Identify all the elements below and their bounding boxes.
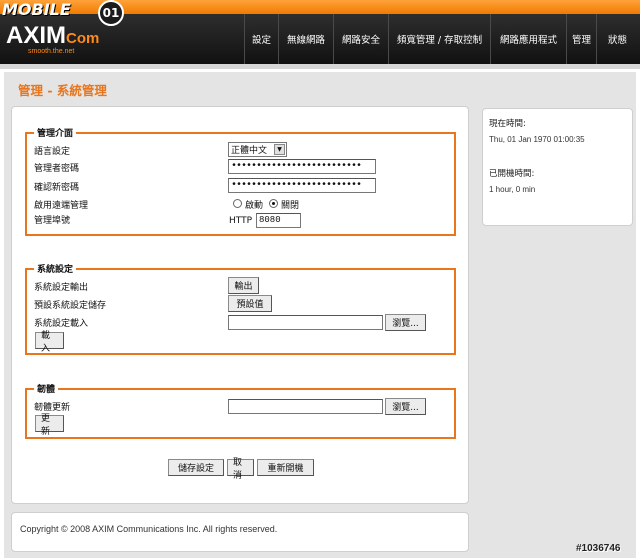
reboot-button[interactable]: 重新開機 <box>257 459 314 476</box>
firmware-file-field[interactable] <box>228 399 383 414</box>
confirm-password-label: 確認新密碼 <box>34 183 80 193</box>
axim-logo-com: Com <box>66 30 100 47</box>
language-select[interactable]: 正體中文 ▼ <box>228 142 287 157</box>
remote-on-radio[interactable] <box>233 199 242 208</box>
export-settings-label: 系統設定輸出 <box>34 283 89 293</box>
admin-password-field[interactable]: •••••••••••••••••••••••••• <box>228 159 376 174</box>
remote-off-label: 關閉 <box>281 201 300 211</box>
mobile01-logo-text: MOBILE <box>2 0 71 19</box>
management-port-field[interactable]: 8080 <box>256 213 301 228</box>
header-divider <box>0 64 640 69</box>
axim-logo-main: AXIM <box>6 22 66 49</box>
axim-tagline: smooth.the.net <box>28 48 75 55</box>
nav-security[interactable]: 網路安全 <box>333 14 388 64</box>
remote-off-radio[interactable] <box>269 199 278 208</box>
uptime-value: 1 hour, 0 min <box>489 185 536 194</box>
axim-logo[interactable]: AXIMCom <box>6 22 99 50</box>
export-button[interactable]: 輸出 <box>228 277 259 294</box>
admin-interface-legend: 管理介面 <box>34 126 77 139</box>
firmware-update-button[interactable]: 更新 <box>35 414 64 437</box>
load-settings-browse-button[interactable]: 瀏覽... <box>385 314 426 331</box>
nav-management[interactable]: 管理 <box>566 14 596 64</box>
port-protocol-label: HTTP <box>229 216 253 226</box>
default-settings-label: 預設系統設定儲存 <box>34 301 107 311</box>
save-settings-button[interactable]: 儲存設定 <box>168 459 224 476</box>
remote-on-label: 啟動 <box>245 201 264 211</box>
nav-wireless[interactable]: 無線網路 <box>278 14 333 64</box>
firmware-browse-button[interactable]: 瀏覽... <box>385 398 426 415</box>
page-title: 管理 - 系統管理 <box>18 83 107 98</box>
cancel-button[interactable]: 取消 <box>227 458 254 481</box>
current-time-value: Thu, 01 Jan 1970 01:00:35 <box>489 135 585 144</box>
system-settings-legend: 系統設定 <box>34 262 77 275</box>
header-orange-strip <box>0 0 640 14</box>
load-settings-file-field[interactable] <box>228 315 383 330</box>
language-select-value: 正體中文 <box>231 146 268 156</box>
mobile01-badge-icon: 01 <box>98 0 124 26</box>
chevron-down-icon: ▼ <box>274 144 285 155</box>
copyright-text: Copyright © 2008 AXIM Communications Inc… <box>20 524 278 534</box>
nav-settings[interactable]: 設定 <box>244 14 278 64</box>
nav-status[interactable]: 狀態 <box>596 14 638 64</box>
load-settings-button[interactable]: 載入 <box>35 331 64 354</box>
current-time-label: 現在時間: <box>489 119 526 129</box>
nav-bandwidth-access[interactable]: 頻寬管理 / 存取控制 <box>388 14 490 64</box>
uptime-label: 已開機時間: <box>489 169 535 179</box>
firmware-legend: 韌體 <box>34 382 59 395</box>
remote-management-label: 啟用遠端管理 <box>34 201 89 211</box>
confirm-password-field[interactable]: •••••••••••••••••••••••••• <box>228 178 376 193</box>
admin-password-label: 管理者密碼 <box>34 164 80 174</box>
main-nav: 設定 無線網路 網路安全 頻寬管理 / 存取控制 網路應用程式 管理 狀態 <box>244 14 638 64</box>
watermark-text: #1036746 <box>576 543 621 554</box>
nav-applications[interactable]: 網路應用程式 <box>490 14 566 64</box>
restore-default-button[interactable]: 預設值 <box>228 295 272 312</box>
management-port-label: 管理埠號 <box>34 216 71 226</box>
language-label: 語言設定 <box>34 147 71 157</box>
